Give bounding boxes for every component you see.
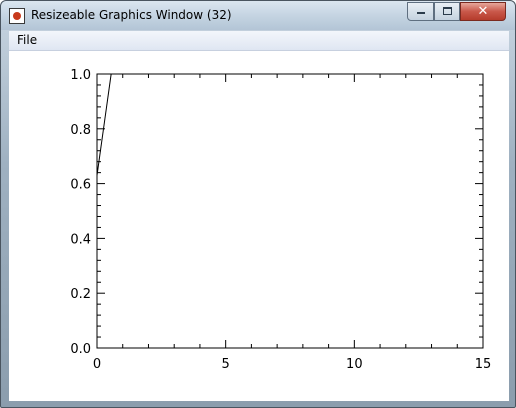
graphics-window: Resizeable Graphics Window (32) ✕ File 0…	[0, 0, 516, 408]
y-tick-label: 0.4	[70, 232, 91, 247]
plot-frame	[96, 73, 484, 349]
title-bar[interactable]: Resizeable Graphics Window (32) ✕	[1, 1, 515, 30]
menu-bar: File	[9, 31, 509, 51]
client-area: File 0 5 10 15 0.0 0.2 0.4 0.6 0.8 1.0	[9, 31, 509, 401]
close-button[interactable]: ✕	[460, 2, 506, 21]
y-tick-label: 1.0	[70, 68, 91, 83]
x-tick-label: 0	[93, 357, 101, 372]
window-title: Resizeable Graphics Window (32)	[31, 8, 232, 22]
x-tick-label: 10	[346, 357, 363, 372]
x-tick-label: 15	[475, 357, 492, 372]
x-tick-label: 5	[222, 357, 230, 372]
tick-marks	[96, 73, 484, 349]
app-icon-mark	[13, 12, 21, 20]
y-tick-label: 0.0	[70, 342, 91, 357]
data-series	[96, 73, 112, 176]
plot-canvas: 0 5 10 15 0.0 0.2 0.4 0.6 0.8 1.0	[70, 68, 491, 372]
y-tick-label: 0.2	[70, 287, 91, 302]
minimize-button[interactable]	[407, 2, 434, 21]
close-icon: ✕	[477, 4, 489, 19]
series-line-0	[96, 73, 112, 176]
minimize-icon	[417, 12, 425, 14]
y-tick-label: 0.8	[70, 123, 91, 138]
app-icon[interactable]	[9, 8, 25, 24]
maximize-button[interactable]	[434, 2, 460, 21]
menu-file[interactable]: File	[12, 32, 42, 49]
tick-labels: 0 5 10 15 0.0 0.2 0.4 0.6 0.8 1.0	[70, 68, 491, 372]
maximize-icon	[443, 7, 452, 15]
y-tick-label: 0.6	[70, 178, 91, 193]
